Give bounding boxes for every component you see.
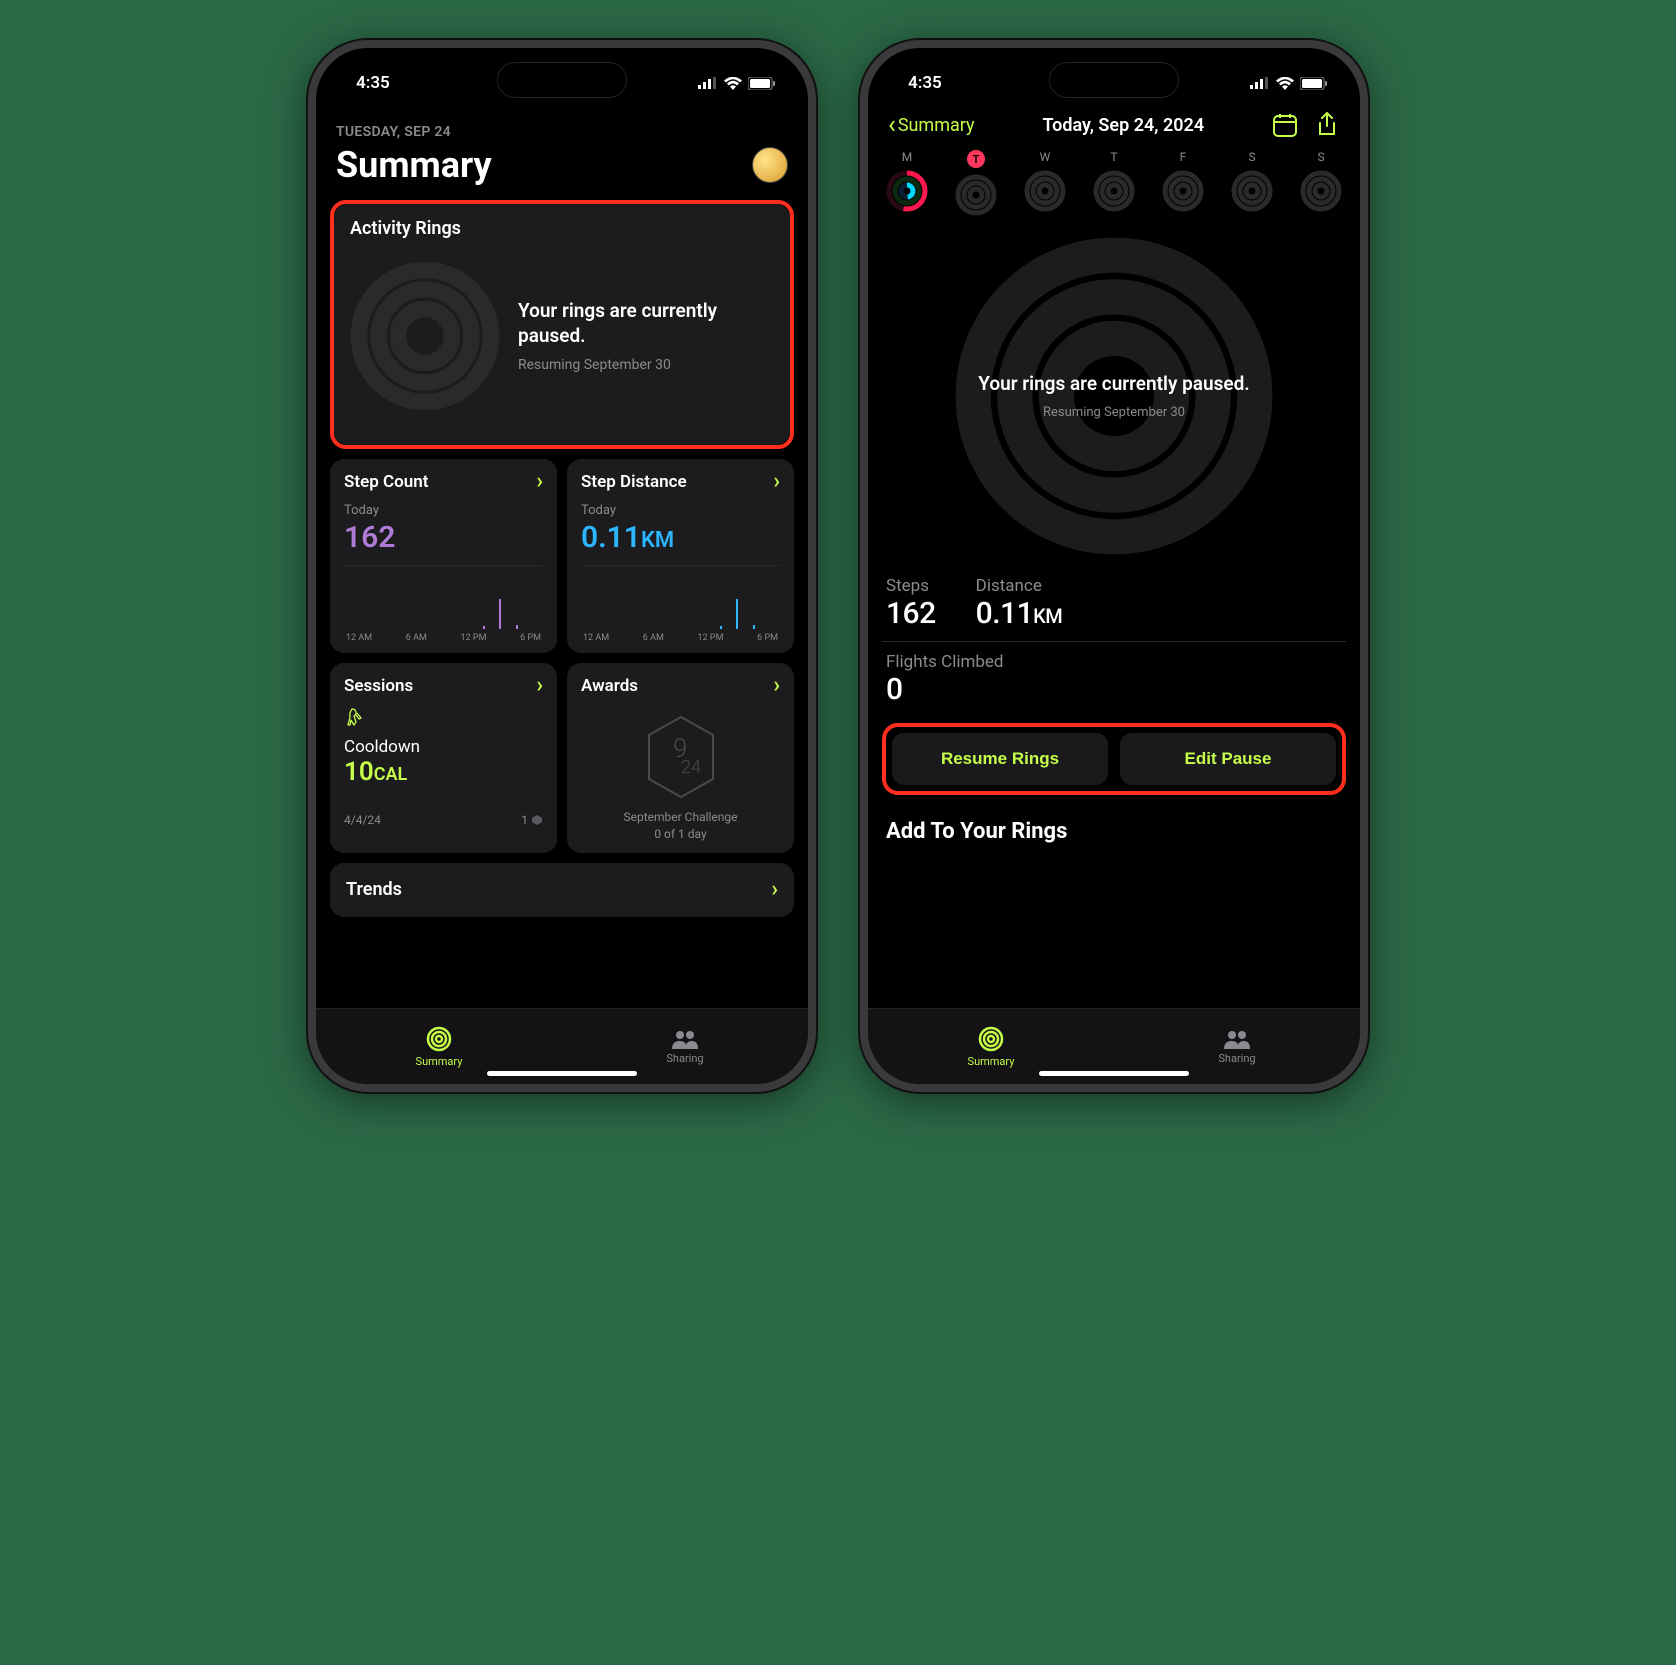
battery-icon (748, 77, 776, 90)
calendar-icon[interactable] (1272, 112, 1298, 138)
share-icon[interactable] (1314, 112, 1340, 138)
day-saturday[interactable]: S (1231, 150, 1273, 216)
session-count: 1 (521, 813, 543, 827)
date-label: TUESDAY, SEP 24 (336, 124, 788, 140)
svg-text:24: 24 (681, 757, 701, 778)
chevron-left-icon: ‹ (888, 110, 896, 140)
home-indicator[interactable] (1039, 1071, 1189, 1076)
step-count-sub: Today (344, 503, 543, 518)
session-date: 4/4/24 (344, 813, 381, 827)
day-ring-icon (886, 170, 928, 212)
status-icons (1250, 77, 1328, 90)
profile-avatar[interactable] (752, 147, 788, 183)
awards-card[interactable]: Awards › 9 24 September Challenge 0 of 1… (567, 663, 794, 853)
phone-summary-screen: 4:35 TUESDAY, SEP 24 Summary Activity Ri… (308, 40, 816, 1092)
activity-rings-icon (350, 261, 500, 411)
day-ring-icon (1093, 170, 1135, 212)
chevron-right-icon: › (773, 471, 780, 493)
rings-tab-icon (978, 1026, 1004, 1052)
status-time: 4:35 (908, 73, 942, 93)
step-count-title: Step Count (344, 472, 428, 492)
chevron-right-icon: › (773, 675, 780, 697)
page-title: Summary (336, 144, 492, 186)
chart-x-labels: 12 AM6 AM12 PM6 PM (581, 633, 780, 643)
week-selector[interactable]: M T W T F (882, 150, 1346, 226)
paused-message: Your rings are currently paused. (978, 372, 1249, 397)
step-distance-sub: Today (581, 503, 780, 518)
resuming-message: Resuming September 30 (518, 357, 774, 373)
status-time: 4:35 (356, 73, 390, 93)
day-thursday[interactable]: T (1093, 150, 1135, 216)
step-distance-chart (581, 565, 780, 629)
paused-message: Your rings are currently paused. (518, 299, 774, 348)
people-icon (670, 1029, 700, 1049)
stats-row: Steps 162 Distance 0.11KM (882, 566, 1346, 642)
dynamic-island (497, 62, 627, 98)
status-icons (698, 77, 776, 90)
trends-row[interactable]: Trends › (330, 863, 794, 917)
day-ring-icon (955, 174, 997, 216)
step-count-chart (344, 565, 543, 629)
chevron-right-icon: › (771, 879, 778, 901)
flights-stat: Flights Climbed 0 (882, 642, 1346, 723)
battery-icon (1300, 77, 1328, 90)
sessions-card[interactable]: Sessions › Cooldown 10CAL 4/4/24 1 (330, 663, 557, 853)
session-name: Cooldown (344, 737, 543, 757)
cellular-icon (698, 77, 718, 89)
day-ring-icon (1024, 170, 1066, 212)
day-monday[interactable]: M (886, 150, 928, 216)
day-friday[interactable]: F (1162, 150, 1204, 216)
distance-stat: Distance 0.11KM (976, 576, 1063, 631)
day-ring-icon (1231, 170, 1273, 212)
activity-rings-highlight: Activity Rings Your rings are currently … (330, 200, 794, 449)
chevron-right-icon: › (536, 675, 543, 697)
session-value: 10CAL (344, 757, 543, 787)
chart-x-labels: 12 AM6 AM12 PM6 PM (344, 633, 543, 643)
steps-stat: Steps 162 (886, 576, 936, 631)
activity-rings-card[interactable]: Activity Rings Your rings are currently … (334, 204, 790, 445)
nav-title: Today, Sep 24, 2024 (1042, 115, 1204, 136)
add-to-rings-title: Add To Your Rings (886, 819, 1342, 844)
step-count-card[interactable]: Step Count › Today 162 12 AM6 AM12 PM6 P… (330, 459, 557, 653)
edit-pause-button[interactable]: Edit Pause (1120, 733, 1336, 785)
awards-title: Awards (581, 676, 638, 696)
resuming-message: Resuming September 30 (978, 405, 1249, 420)
resume-rings-button[interactable]: Resume Rings (892, 733, 1108, 785)
nav-bar: ‹ Summary Today, Sep 24, 2024 (882, 102, 1346, 150)
step-distance-value: 0.11KM (581, 520, 780, 555)
day-ring-icon (1300, 170, 1342, 212)
cellular-icon (1250, 77, 1270, 89)
rings-tab-icon (426, 1026, 452, 1052)
phone-day-detail-screen: 4:35 ‹ Summary Today, Sep 24, 2024 M (860, 40, 1368, 1092)
award-progress: 0 of 1 day (581, 826, 780, 843)
day-wednesday[interactable]: W (1024, 150, 1066, 216)
day-ring-icon (1162, 170, 1204, 212)
step-distance-title: Step Distance (581, 472, 687, 492)
activity-rings-title: Activity Rings (350, 218, 774, 239)
day-tuesday-selected[interactable]: T (955, 150, 997, 216)
activity-rings-large: Your rings are currently paused. Resumin… (882, 226, 1346, 566)
chevron-right-icon: › (536, 471, 543, 493)
day-sunday[interactable]: S (1300, 150, 1342, 216)
back-button[interactable]: ‹ Summary (888, 110, 975, 140)
step-distance-card[interactable]: Step Distance › Today 0.11KM 12 AM6 AM12… (567, 459, 794, 653)
cooldown-icon (344, 707, 543, 727)
sessions-title: Sessions (344, 676, 413, 696)
award-name: September Challenge (581, 809, 780, 826)
wifi-icon (724, 77, 742, 90)
home-indicator[interactable] (487, 1071, 637, 1076)
step-count-value: 162 (344, 520, 543, 555)
wifi-icon (1276, 77, 1294, 90)
trends-label: Trends (346, 879, 402, 901)
people-icon (1222, 1029, 1252, 1049)
dynamic-island (1049, 62, 1179, 98)
award-badge-icon: 9 24 (581, 715, 780, 799)
pause-buttons-highlight: Resume Rings Edit Pause (882, 723, 1346, 795)
